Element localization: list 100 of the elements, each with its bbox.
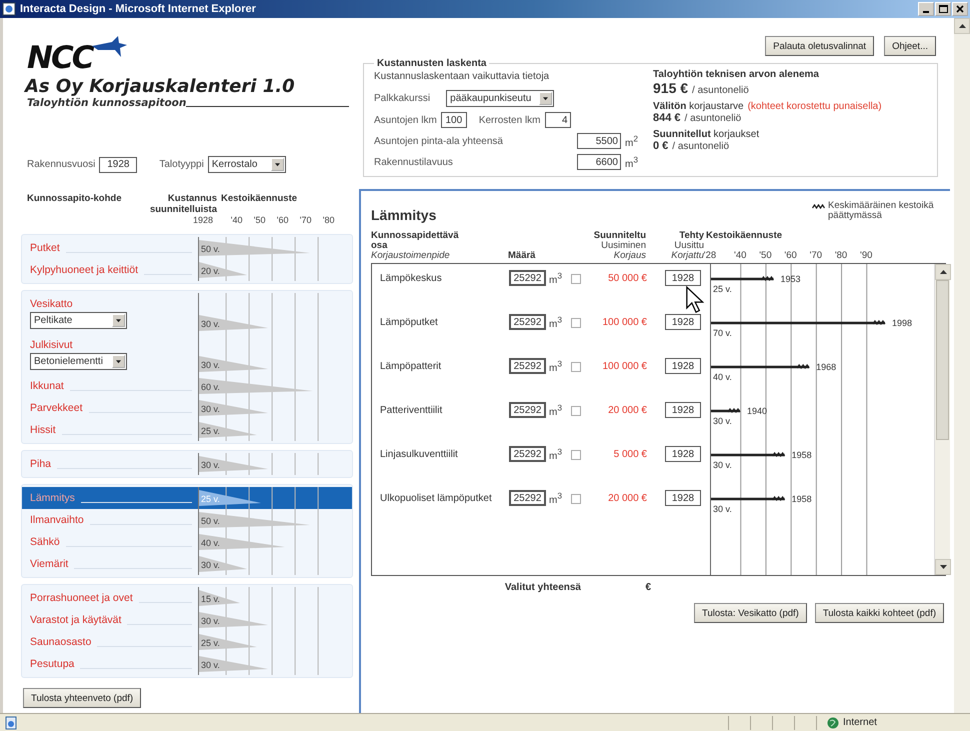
column-subheader: Korjattu [671, 251, 704, 261]
column-subheader: Korjaus [614, 251, 646, 261]
result-value: 844 € [653, 112, 681, 124]
maintenance-item[interactable]: Piha [30, 458, 52, 470]
material-select[interactable]: Betonielementti [30, 353, 127, 370]
wage-select[interactable]: pääkaupunkiseutu [446, 90, 554, 107]
planned-checkbox[interactable] [571, 274, 581, 284]
year-field[interactable]: 1928 [665, 270, 701, 286]
amount-field[interactable]: 25292 [509, 490, 546, 506]
toolbar-button[interactable]: Ohjeet... [884, 36, 936, 56]
maintenance-item[interactable]: Vesikatto [30, 298, 73, 310]
panel-intro: Kustannuslaskentaan vaikuttavia tietoja [374, 71, 550, 82]
result-heading: Suunnitellut korjaukset [653, 129, 760, 140]
maintenance-item[interactable]: Saunaosasto [30, 636, 92, 648]
maintenance-item[interactable]: Kylpyhuoneet ja keittiöt [30, 264, 138, 276]
unit-label: m$^{3}$ [549, 402, 563, 418]
cost-value: 5 000 € [612, 449, 647, 460]
lifespan-label: 60 v. [201, 382, 220, 392]
volume-field[interactable]: 6600 [577, 154, 621, 170]
unit-label: m$^{3}$ [549, 490, 563, 506]
window-title: Interacta Design - Microsoft Internet Explorer [20, 3, 256, 15]
planned-checkbox[interactable] [571, 362, 581, 372]
year-field[interactable]: 1928 [665, 402, 701, 418]
maintenance-item[interactable]: Parvekkeet [30, 402, 83, 414]
lifespan-label: 40 v. [201, 538, 220, 548]
year-field[interactable]: 1928 [665, 358, 701, 374]
scale-label: 1928 [192, 215, 214, 225]
planned-checkbox[interactable] [571, 406, 581, 416]
lifespan-label: 30 v. [713, 416, 732, 426]
star-icon [92, 36, 128, 58]
app-title: As Oy Korjauskalenteri 1.0 [23, 76, 296, 97]
maintenance-item[interactable]: Sähkö [30, 536, 60, 548]
column-header: Kestoikäennuste [220, 193, 298, 206]
year-field[interactable]: 1928 [99, 156, 138, 172]
column-header: Kunnossapito-kohde [27, 193, 122, 206]
zone-label: Internet [843, 717, 877, 728]
maximize-button[interactable] [935, 2, 951, 16]
lifespan-label: 25 v. [713, 284, 732, 294]
unit-label: m$^{3}$ [625, 154, 639, 170]
maintenance-item[interactable]: Viemärit [30, 558, 68, 570]
field-label: Rakennustilavuus [374, 156, 453, 168]
browser-icon [2, 2, 16, 16]
detail-title: Lämmitys [371, 207, 436, 223]
amount-field[interactable]: 25292 [509, 270, 546, 286]
maintenance-item[interactable]: Pesutupa [30, 658, 74, 670]
lifespan-label: 30 v. [201, 404, 220, 414]
maintenance-item[interactable]: Porrashuoneet ja ovet [30, 592, 133, 604]
amount-field[interactable]: 25292 [509, 402, 546, 418]
lifespan-label: 50 v. [201, 244, 220, 254]
maintenance-item[interactable]: Julkisivut [30, 339, 73, 351]
close-button[interactable] [952, 2, 968, 16]
print-button[interactable]: Tulosta kaikki kohteet (pdf) [814, 603, 944, 623]
scrollbar[interactable] [934, 264, 950, 575]
lifespan-label: 15 v. [201, 594, 220, 604]
toolbar-button[interactable]: Palauta oletusvalinnat [765, 36, 874, 56]
year-field[interactable]: 1928 [665, 314, 701, 330]
floors-field[interactable]: 4 [544, 112, 570, 128]
material-select[interactable]: Peltikate [30, 312, 127, 329]
component-name: Ulkopuoliset lämpöputket [379, 493, 493, 504]
scale-label: '28 [704, 251, 716, 261]
lifespan-label: 30 v. [201, 360, 220, 370]
maintenance-item[interactable]: Putket [30, 242, 60, 254]
page-scrollbar[interactable] [954, 18, 970, 713]
end-marker-icon [812, 204, 825, 209]
amount-field[interactable]: 25292 [509, 358, 546, 374]
planned-checkbox[interactable] [571, 450, 581, 460]
flats-field[interactable]: 100 [440, 112, 467, 128]
maintenance-item[interactable]: Ilmanvaihto [30, 514, 84, 526]
maintenance-item[interactable]: Ikkunat [30, 380, 64, 392]
planned-checkbox[interactable] [571, 318, 581, 328]
print-button[interactable]: Tulosta: Vesikatto (pdf) [694, 603, 807, 623]
lifespan-label: 30 v. [201, 660, 220, 670]
cost-value: 20 000 € [607, 405, 647, 416]
minimize-button[interactable] [918, 2, 934, 16]
component-name: Lämpökeskus [379, 273, 443, 284]
area-field[interactable]: 5500 [577, 133, 621, 149]
amount-field[interactable]: 25292 [509, 314, 546, 330]
lifespan-label: 25 v. [201, 638, 220, 648]
maintenance-item[interactable]: Varastot ja käytävät [30, 614, 122, 626]
year-field[interactable]: 1928 [665, 490, 701, 506]
close-icon [956, 5, 964, 13]
year-field[interactable]: 1928 [665, 446, 701, 462]
type-select[interactable]: Kerrostalo [208, 156, 286, 173]
column-subheader: Uusittu [674, 241, 704, 251]
component-name: Linjasulkuventtiilit [379, 449, 459, 460]
column-subheader: Korjaustoimenpide [371, 251, 450, 261]
lifespan-label: 30 v. [201, 616, 220, 626]
cost-value: 100 000 € [602, 361, 647, 372]
print-summary-button[interactable]: Tulosta yhteenveto (pdf) [23, 688, 142, 708]
planned-checkbox[interactable] [571, 494, 581, 504]
lifespan-label: 40 v. [713, 372, 732, 382]
up-arrow-icon [958, 24, 966, 28]
result-unit: / asuntoneliö [684, 113, 742, 124]
amount-field[interactable]: 25292 [509, 446, 546, 462]
maintenance-item[interactable]: Hissit [30, 424, 56, 436]
total-value: € [644, 582, 651, 593]
lifespan-label: 50 v. [201, 516, 220, 526]
lifespan-label: 70 v. [713, 328, 732, 338]
scale-label: '50 [759, 251, 772, 261]
scale-label: '80 [322, 215, 334, 225]
